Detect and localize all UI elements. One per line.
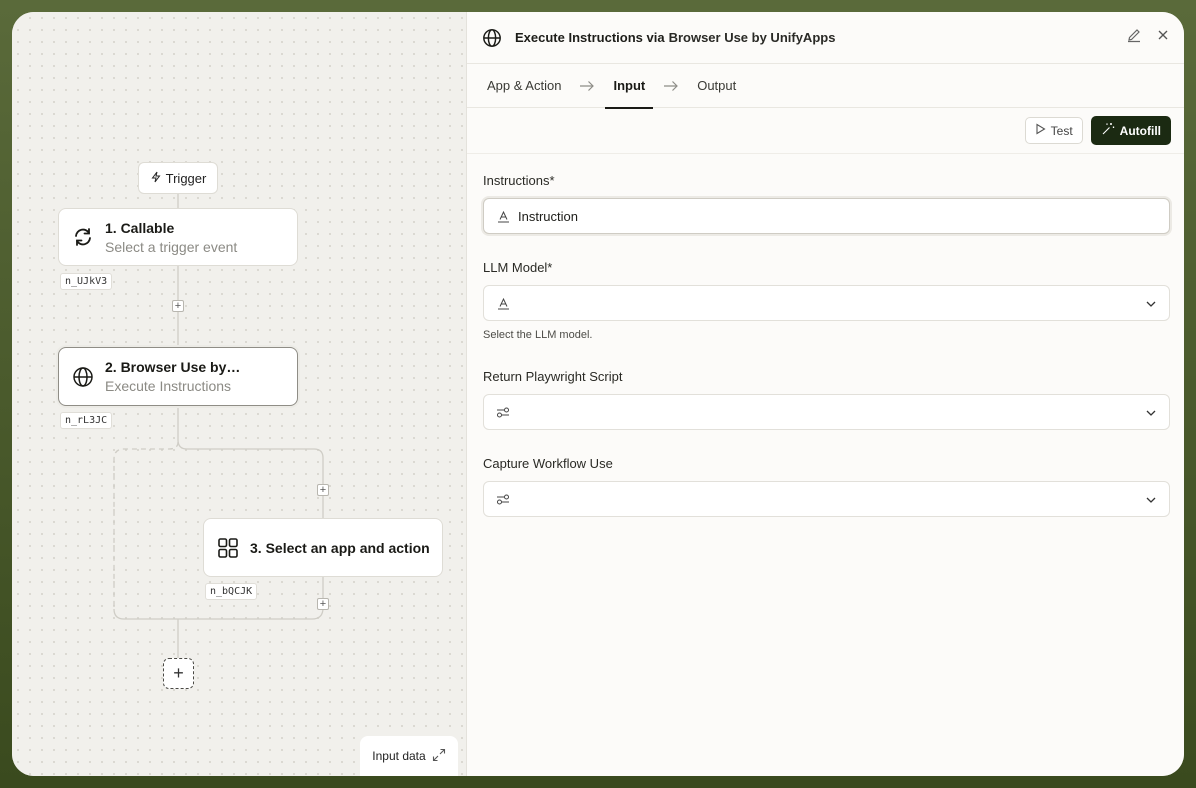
input-data-label: Input data [372,749,426,763]
input-data-button[interactable]: Input data [360,736,458,776]
node-title: 2. Browser Use by… [105,359,241,375]
test-label: Test [1050,123,1073,138]
magic-wand-icon [1101,122,1115,139]
edit-icon[interactable] [1126,27,1142,48]
tab-output[interactable]: Output [697,64,736,108]
llm-model-select[interactable] [483,285,1170,321]
field-hint: Select the LLM model. [483,329,593,341]
node-callable[interactable]: 1. Callable Select a trigger event [58,208,298,266]
lightning-icon [150,171,162,186]
node-subtitle: Execute Instructions [105,378,232,394]
field-label: Capture Workflow Use [483,456,613,471]
add-node-button[interactable]: + [163,658,194,689]
capture-workflow-select[interactable] [483,481,1170,517]
field-label: Instructions* [483,173,555,188]
input-form: Instructions* Instruction LLM Model* Sel… [467,173,1184,517]
add-step-button[interactable]: + [172,300,184,312]
text-icon [496,296,510,310]
app-frame: Trigger 1. Callable Select a trigger eve… [12,12,1184,776]
arrow-right-icon [663,80,679,92]
field-label: LLM Model* [483,260,553,275]
add-step-button[interactable]: + [317,598,329,610]
panel-app-name: Browser Use by UnifyApps [668,30,836,45]
add-step-button[interactable]: + [317,484,329,496]
test-button[interactable]: Test [1024,117,1083,144]
refresh-icon [71,225,95,249]
close-icon[interactable] [1156,28,1170,47]
play-icon [1035,123,1046,138]
node-subtitle: Select a trigger event [105,238,238,255]
expand-icon [432,748,446,765]
playwright-script-select[interactable] [483,394,1170,430]
toggle-icon [496,405,510,419]
toggle-icon [496,492,510,506]
globe-icon [71,365,95,389]
node-title: 3. Select an app and action [250,539,430,556]
chevron-down-icon [1145,297,1157,315]
node-id-badge: n_rL3JC [60,412,113,429]
field-label: Return Playwright Script [483,369,623,384]
instructions-value: Instruction [518,208,578,224]
chevron-down-icon [1145,493,1157,511]
instructions-input[interactable]: Instruction [483,198,1170,234]
chevron-down-icon [1145,406,1157,424]
arrow-right-icon [579,80,595,92]
trigger-label: Trigger [165,170,207,186]
panel-title: Execute Instructions via [515,30,665,45]
node-id-badge: n_UJkV3 [60,273,113,290]
autofill-label: Autofill [1119,123,1161,138]
node-title: 1. Callable [105,219,175,236]
step-config-panel: Execute Instructions via Browser Use by … [466,12,1184,776]
globe-icon [481,27,503,49]
node-browser-use[interactable]: 2. Browser Use by… Execute Instructions [58,347,298,406]
panel-tabs: App & Action Input Output [467,64,1184,109]
node-select-app[interactable]: 3. Select an app and action [203,518,443,577]
grid-icon [216,536,240,560]
workflow-canvas[interactable]: Trigger 1. Callable Select a trigger eve… [12,12,466,776]
autofill-button[interactable]: Autofill [1090,116,1171,145]
tab-input[interactable]: Input [605,64,653,109]
tab-app-action[interactable]: App & Action [487,64,561,108]
trigger-pill[interactable]: Trigger [138,162,218,194]
text-icon [496,209,510,223]
panel-toolbar: Test Autofill [467,108,1184,154]
node-id-badge: n_bQCJK [205,583,258,600]
panel-header: Execute Instructions via Browser Use by … [467,12,1184,64]
